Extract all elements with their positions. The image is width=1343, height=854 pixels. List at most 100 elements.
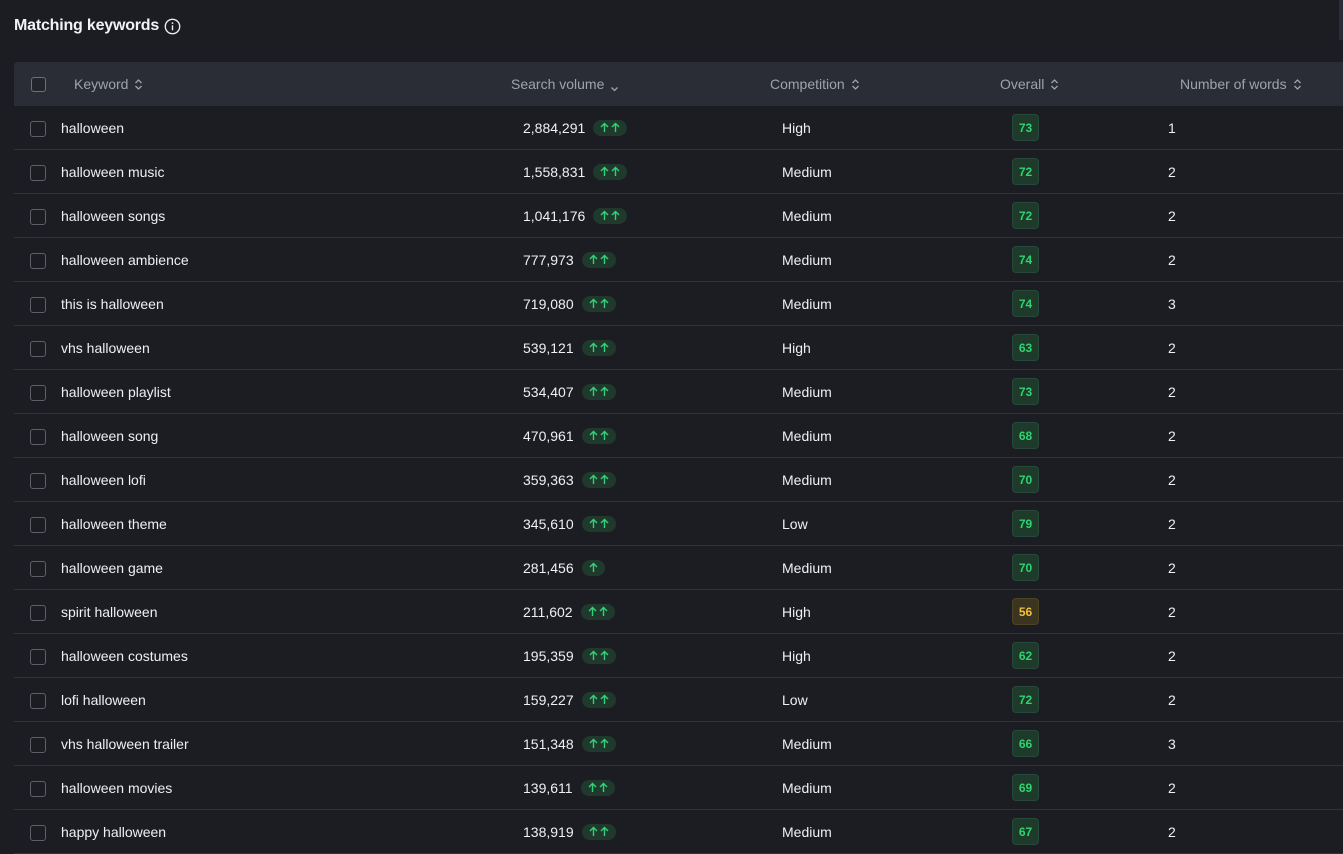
keyword-cell[interactable]: this is halloween <box>61 282 164 325</box>
panel-title: Matching keywords <box>14 17 181 35</box>
row-checkbox[interactable] <box>30 385 46 401</box>
trend-badge <box>581 427 616 444</box>
overall-score-badge: 68 <box>1012 422 1039 449</box>
table-row[interactable]: halloween music 1,558,831 Medium 72 2 <box>14 150 1343 194</box>
row-checkbox[interactable] <box>30 561 46 577</box>
keyword-cell[interactable]: halloween song <box>61 414 158 457</box>
select-all-checkbox[interactable] <box>31 77 46 92</box>
search-volume-value: 139,611 <box>523 779 573 796</box>
number-of-words-cell: 2 <box>1168 603 1176 620</box>
table-row[interactable]: happy halloween 138,919 Medium 67 2 <box>14 810 1343 854</box>
keyword-cell[interactable]: vhs halloween trailer <box>61 722 189 765</box>
table-row[interactable]: halloween 2,884,291 High 73 1 <box>14 106 1343 150</box>
table-row[interactable]: lofi halloween 159,227 Low 72 2 <box>14 678 1343 722</box>
search-volume-value: 138,919 <box>523 823 574 840</box>
row-checkbox[interactable] <box>30 165 46 181</box>
number-of-words-cell: 2 <box>1168 779 1176 796</box>
overall-cell: 73 <box>1012 370 1039 413</box>
trend-badge <box>581 515 616 532</box>
row-checkbox[interactable] <box>30 737 46 753</box>
table-row[interactable]: spirit halloween 211,602 High 56 2 <box>14 590 1343 634</box>
row-checkbox[interactable] <box>30 341 46 357</box>
number-of-words-cell: 2 <box>1168 163 1176 180</box>
search-volume-cell: 359,363 <box>523 458 616 501</box>
trend-up-arrow-icon <box>589 694 598 705</box>
table-row[interactable]: vhs halloween 539,121 High 63 2 <box>14 326 1343 370</box>
row-checkbox[interactable] <box>30 825 46 841</box>
number-of-words-cell: 2 <box>1168 339 1176 356</box>
keyword-cell[interactable]: lofi halloween <box>61 678 146 721</box>
search-volume-cell: 1,041,176 <box>523 194 628 237</box>
row-checkbox[interactable] <box>30 429 46 445</box>
keyword-cell[interactable]: halloween movies <box>61 766 172 809</box>
trend-up-arrow-icon <box>600 210 609 221</box>
table-row[interactable]: halloween ambience 777,973 Medium 74 2 <box>14 238 1343 282</box>
keyword-cell[interactable]: spirit halloween <box>61 590 158 633</box>
row-checkbox[interactable] <box>30 209 46 225</box>
table-row[interactable]: halloween movies 139,611 Medium 69 2 <box>14 766 1343 810</box>
table-row[interactable]: halloween lofi 359,363 Medium 70 2 <box>14 458 1343 502</box>
trend-up-arrow-icon <box>589 562 598 573</box>
table-row[interactable]: vhs halloween trailer 151,348 Medium 66 3 <box>14 722 1343 766</box>
keyword-cell[interactable]: happy halloween <box>61 810 166 853</box>
keyword-cell[interactable]: vhs halloween <box>61 326 150 369</box>
keyword-cell[interactable]: halloween ambience <box>61 238 189 281</box>
competition-cell: Medium <box>782 559 832 576</box>
row-checkbox[interactable] <box>30 297 46 313</box>
column-header-number-of-words[interactable]: Number of words <box>1180 62 1302 106</box>
row-checkbox[interactable] <box>30 649 46 665</box>
row-checkbox[interactable] <box>30 517 46 533</box>
trend-up-arrow-icon <box>600 826 609 837</box>
column-header-competition[interactable]: Competition <box>770 62 860 106</box>
competition-cell: Medium <box>782 163 832 180</box>
table-row[interactable]: halloween song 470,961 Medium 68 2 <box>14 414 1343 458</box>
trend-up-arrow-icon <box>600 474 609 485</box>
trend-up-arrow-icon <box>600 694 609 705</box>
competition-cell: Medium <box>782 779 832 796</box>
keyword-cell[interactable]: halloween theme <box>61 502 167 545</box>
keyword-cell[interactable]: halloween costumes <box>61 634 188 677</box>
overall-score-badge: 79 <box>1012 510 1039 537</box>
table-row[interactable]: halloween theme 345,610 Low 79 2 <box>14 502 1343 546</box>
table-header: Keyword Search volume Competition Overal… <box>14 62 1343 106</box>
row-checkbox[interactable] <box>30 693 46 709</box>
search-volume-value: 195,359 <box>523 647 574 664</box>
trend-badge <box>581 339 616 356</box>
table-row[interactable]: halloween game 281,456 Medium 70 2 <box>14 546 1343 590</box>
keyword-cell[interactable]: halloween songs <box>61 194 165 237</box>
trend-up-arrow-icon <box>589 254 598 265</box>
row-checkbox[interactable] <box>30 253 46 269</box>
trend-badge <box>593 119 628 136</box>
column-header-search-volume[interactable]: Search volume <box>511 62 619 106</box>
column-label: Competition <box>770 76 845 92</box>
table-row[interactable]: halloween songs 1,041,176 Medium 72 2 <box>14 194 1343 238</box>
search-volume-value: 1,558,831 <box>523 163 586 180</box>
search-volume-cell: 719,080 <box>523 282 616 325</box>
scrollbar-edge <box>1339 0 1343 40</box>
table-row[interactable]: this is halloween 719,080 Medium 74 3 <box>14 282 1343 326</box>
trend-badge <box>580 603 615 620</box>
trend-badge <box>581 559 605 576</box>
keyword-cell[interactable]: halloween playlist <box>61 370 171 413</box>
trend-up-arrow-icon <box>588 606 597 617</box>
overall-score-badge: 67 <box>1012 818 1039 845</box>
column-header-keyword[interactable]: Keyword <box>74 62 143 106</box>
keyword-cell[interactable]: halloween <box>61 106 124 149</box>
row-checkbox[interactable] <box>30 121 46 137</box>
row-checkbox[interactable] <box>30 781 46 797</box>
keyword-cell[interactable]: halloween music <box>61 150 165 193</box>
column-header-overall[interactable]: Overall <box>1000 62 1059 106</box>
table-row[interactable]: halloween playlist 534,407 Medium 73 2 <box>14 370 1343 414</box>
search-volume-cell: 539,121 <box>523 326 616 369</box>
info-icon[interactable] <box>164 18 181 35</box>
number-of-words-cell: 2 <box>1168 383 1176 400</box>
keyword-cell[interactable]: halloween lofi <box>61 458 146 501</box>
row-checkbox[interactable] <box>30 605 46 621</box>
overall-score-badge: 63 <box>1012 334 1039 361</box>
table-row[interactable]: halloween costumes 195,359 High 62 2 <box>14 634 1343 678</box>
keyword-cell[interactable]: halloween game <box>61 546 163 589</box>
search-volume-cell: 159,227 <box>523 678 616 721</box>
trend-up-arrow-icon <box>599 606 608 617</box>
row-checkbox[interactable] <box>30 473 46 489</box>
number-of-words-cell: 2 <box>1168 647 1176 664</box>
